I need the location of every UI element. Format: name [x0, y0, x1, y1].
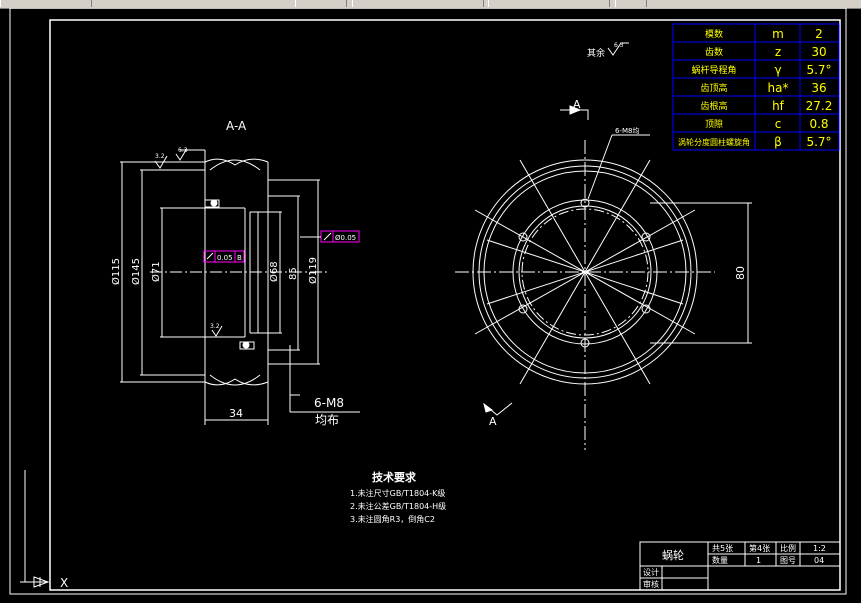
- dim-d115: Ø115: [110, 258, 122, 285]
- toolbar-group-5[interactable]: [615, 0, 647, 7]
- rough-text-1: 3.2: [155, 153, 165, 160]
- tb-cell-6: 1: [756, 556, 761, 565]
- tb-cell-9: 设计: [643, 567, 659, 577]
- tb-cell-8: 04: [814, 556, 824, 565]
- runout2-value: Ø0.05: [335, 234, 356, 242]
- param-name-3: 蜗杆导程角: [691, 64, 736, 76]
- param-name-5: 齿根高: [700, 100, 727, 112]
- drawing-canvas[interactable]: 模数 齿数 蜗杆导程角 齿顶高 齿根高 顶隙 涡轮分度圆柱螺旋角 m z γ h…: [0, 8, 861, 603]
- ucs-icon: [20, 470, 50, 588]
- tech-req-line-3: 3.未注圆角R3，倒角C2: [350, 514, 435, 524]
- tb-cell-2: 第4张: [749, 543, 770, 553]
- tech-req-line-2: 2.未注公差GB/T1804-H级: [350, 501, 446, 511]
- param-sym-6: c: [775, 117, 782, 131]
- runout-frame-1: 0.05 B: [203, 250, 245, 263]
- tech-requirements: 技术要求 1.未注尺寸GB/T1804-K级 2.未注公差GB/T1804-H级…: [350, 470, 446, 524]
- view-label-bottom: A: [489, 415, 497, 428]
- rough-text-3: 3.2: [210, 323, 220, 330]
- tb-cell-4: 1:2: [813, 544, 826, 553]
- param-val-4: 36: [811, 81, 826, 95]
- param-sym-1: m: [772, 27, 784, 41]
- dim-d145: Ø145: [130, 258, 142, 285]
- tb-cell-10: 审核: [643, 579, 659, 589]
- toolbar-group-1[interactable]: [0, 0, 92, 7]
- dim-v80: 80: [734, 266, 747, 280]
- roughness-note-value: 6.3: [614, 42, 624, 49]
- param-val-7: 5.7°: [806, 135, 831, 149]
- toolbar-group-4[interactable]: [488, 0, 610, 7]
- part-name: 蜗轮: [662, 548, 684, 562]
- tb-cell-1: 共5张: [712, 544, 733, 553]
- tb-cell-7: 图号: [780, 556, 796, 565]
- runout-frame-2: Ø0.05: [300, 230, 360, 243]
- roughness-note: 其余 6.3: [587, 42, 629, 59]
- param-val-3: 5.7°: [806, 63, 831, 77]
- thread-callout: 6-M8: [314, 396, 344, 410]
- dim-d71: Ø71: [150, 261, 162, 282]
- param-sym-3: γ: [774, 63, 781, 77]
- param-sym-7: β: [774, 135, 782, 149]
- roughness-note-text: 其余: [587, 47, 605, 59]
- param-val-2: 30: [811, 45, 826, 59]
- view-label-top: A: [573, 98, 581, 111]
- dim-w34: 34: [229, 407, 243, 420]
- param-name-2: 齿数: [705, 46, 723, 58]
- section-label: A-A: [226, 119, 247, 133]
- param-val-6: 0.8: [809, 117, 828, 131]
- tech-req-title: 技术要求: [372, 470, 417, 484]
- dim-d68: Ø68: [268, 261, 280, 282]
- front-view-labels: A A 6-M8均 80: [489, 98, 747, 428]
- param-sym-5: hf: [772, 99, 785, 113]
- param-val-5: 27.2: [806, 99, 833, 113]
- front-view: [455, 105, 752, 450]
- dim-d85: 85: [288, 267, 299, 280]
- runout1-value: 0.05: [217, 254, 233, 262]
- runout1-datum: B: [237, 254, 242, 262]
- param-table: 模数 齿数 蜗杆导程角 齿顶高 齿根高 顶隙 涡轮分度圆柱螺旋角 m z γ h…: [672, 23, 840, 151]
- tech-req-line-1: 1.未注尺寸GB/T1804-K级: [350, 488, 445, 498]
- section-dims: Ø115 Ø145 Ø71 Ø68 85 Ø119 34 6-M8 均布: [110, 257, 344, 427]
- section-roughness: [154, 149, 223, 337]
- dim-d119: Ø119: [307, 257, 319, 284]
- param-sym-2: z: [775, 45, 781, 59]
- ucs-x-label: X: [60, 576, 68, 590]
- toolbar-group-2[interactable]: [295, 0, 347, 7]
- param-val-1: 2: [815, 27, 823, 41]
- param-name-6: 顶隙: [705, 118, 723, 130]
- tb-cell-3: 比例: [780, 543, 796, 553]
- thread-note-top: 6-M8均: [615, 126, 639, 135]
- param-sym-4: ha*: [768, 81, 789, 95]
- thread-callout-sub: 均布: [315, 413, 339, 427]
- param-name-7: 涡轮分度圆柱螺旋角: [678, 137, 750, 147]
- param-name-4: 齿顶高: [700, 82, 727, 94]
- tb-cell-5: 数量: [712, 555, 728, 565]
- param-name-1: 模数: [705, 28, 723, 40]
- rough-text-2: 6.3: [178, 147, 188, 154]
- toolbar-group-3[interactable]: [352, 0, 484, 7]
